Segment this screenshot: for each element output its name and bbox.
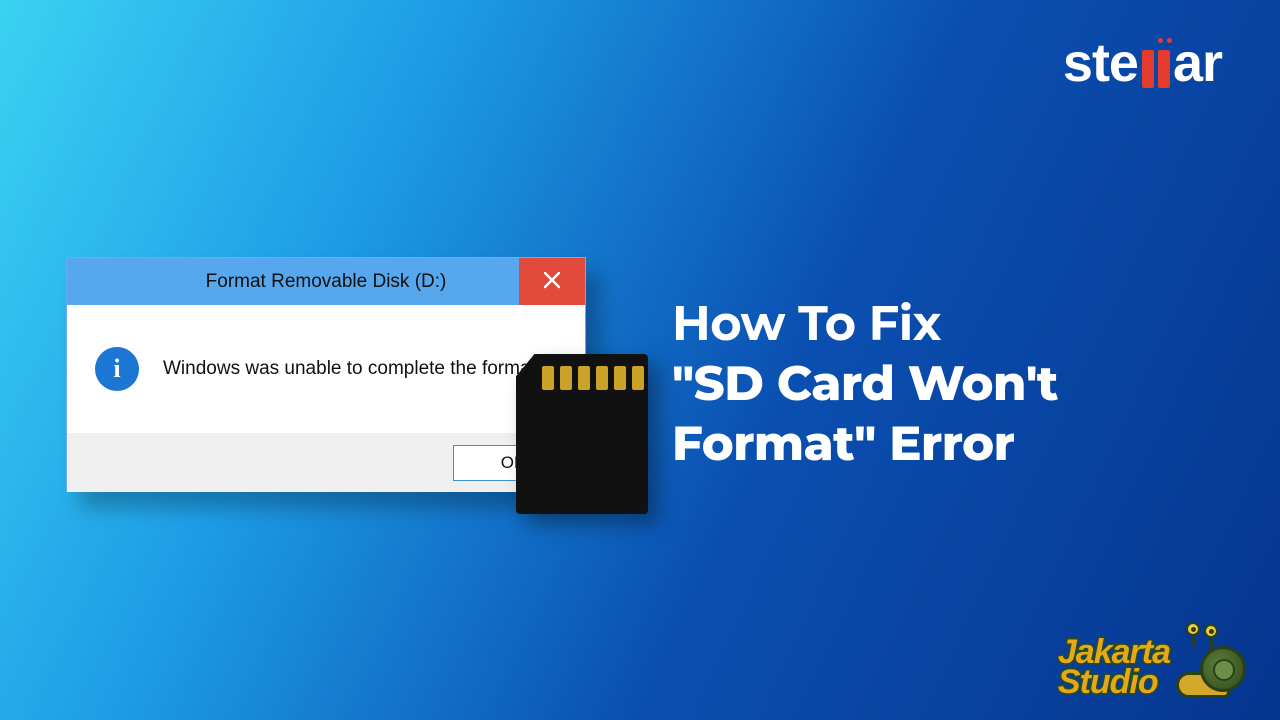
snail-mascot-icon (1176, 626, 1248, 698)
format-error-dialog: Format Removable Disk (D:) i Windows was… (66, 257, 586, 492)
dialog-titlebar[interactable]: Format Removable Disk (D:) (67, 258, 585, 305)
jakarta-studio-wordmark: Jakarta Studio (1058, 637, 1170, 698)
headline-line-2: "SD Card Won't (672, 354, 1058, 414)
dialog-body: i Windows was unable to complete the for… (67, 305, 585, 433)
headline-line-3: Format" Error (672, 414, 1058, 474)
stellar-logo-text-right: ar (1173, 32, 1222, 94)
dialog-message: Windows was unable to complete the forma… (163, 358, 541, 380)
close-button[interactable] (519, 258, 585, 305)
close-icon (543, 269, 561, 295)
dialog-footer: OK (67, 433, 585, 492)
dialog-title: Format Removable Disk (D:) (206, 271, 447, 293)
stellar-logo-text-left: ste (1063, 32, 1138, 94)
sd-card-icon (516, 354, 648, 514)
headline: How To Fix "SD Card Won't Format" Error (672, 294, 1058, 474)
headline-line-1: How To Fix (672, 294, 1058, 354)
jakarta-studio-logo: Jakarta Studio (1058, 626, 1248, 698)
info-icon: i (95, 347, 139, 391)
stellar-logo-bars-icon (1142, 50, 1170, 88)
stellar-logo: ste ar (1063, 32, 1222, 94)
hero-canvas: ste ar Format Removable Disk (D:) i Wind… (0, 0, 1280, 720)
